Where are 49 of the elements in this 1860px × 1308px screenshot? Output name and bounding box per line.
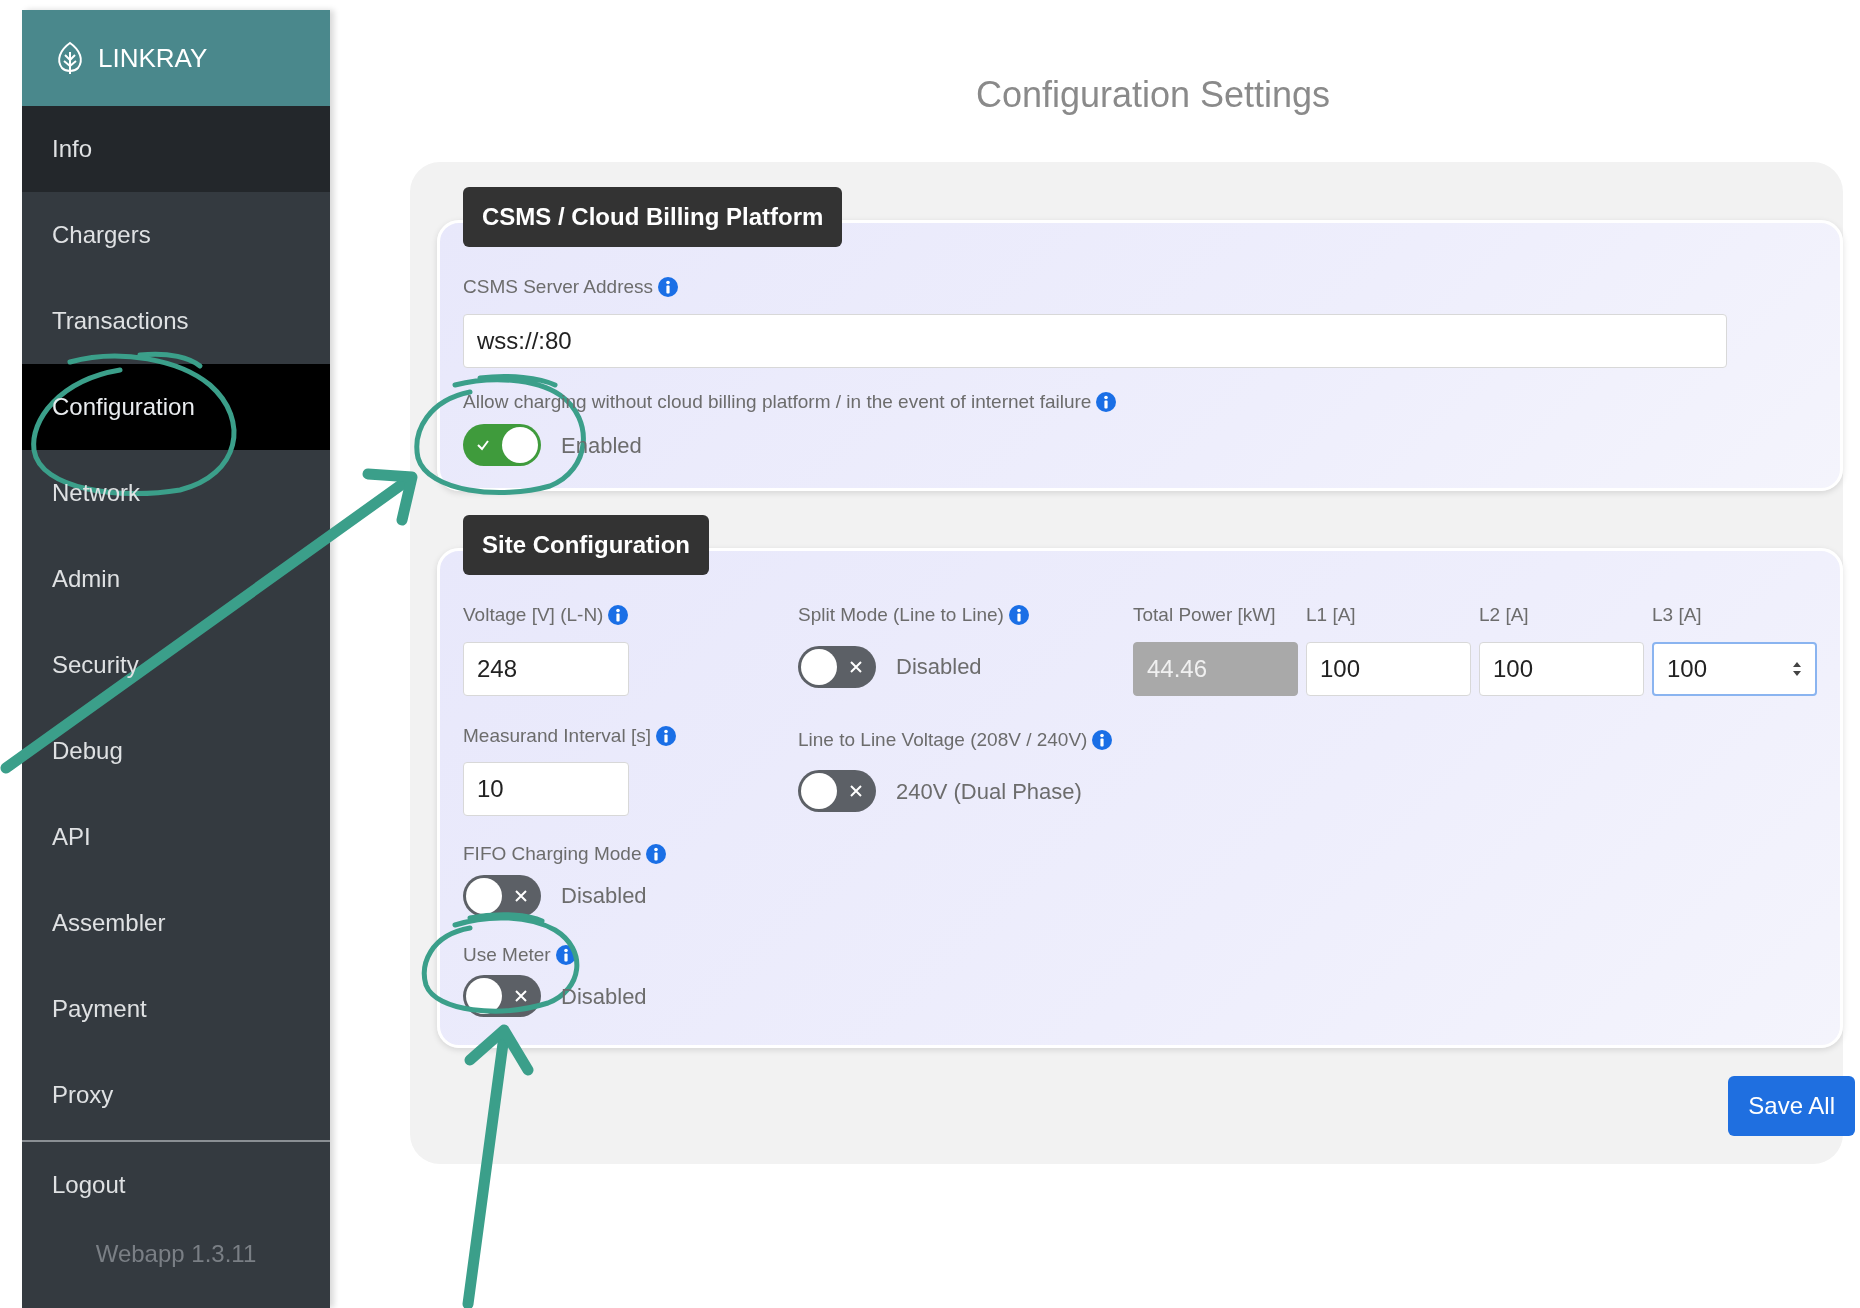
- text-input[interactable]: wss://:80: [463, 313, 1727, 368]
- page-title: Configuration Settings: [974, 73, 1332, 117]
- toggle-switch[interactable]: [463, 874, 541, 917]
- save-button[interactable]: Save All: [1728, 1076, 1855, 1136]
- cross-icon: [514, 888, 528, 903]
- field-label: Measurand Interval [s]: [463, 723, 651, 748]
- number-input[interactable]: 100: [1479, 641, 1644, 696]
- field-label: Use Meter: [463, 942, 551, 967]
- section-header: CSMS / Cloud Billing Platform: [463, 187, 843, 247]
- sidebar-item[interactable]: Assembler: [22, 880, 330, 966]
- toggle-switch[interactable]: [463, 424, 541, 466]
- field-label: CSMS Server Address: [463, 275, 654, 299]
- sidebar-item[interactable]: Payment: [22, 966, 330, 1052]
- logout-link[interactable]: Logout: [22, 1142, 330, 1228]
- spinner-icon: [1791, 660, 1803, 677]
- field-label: L2 [A]: [1479, 603, 1530, 627]
- section-header: Site Configuration: [463, 515, 709, 575]
- number-input[interactable]: 100: [1306, 641, 1471, 696]
- cross-icon: [849, 659, 863, 674]
- field-label: Voltage [V] (L-N): [463, 603, 604, 627]
- sidebar-item[interactable]: Admin: [22, 536, 330, 622]
- field-label: FIFO Charging Mode: [463, 842, 642, 866]
- field-label: Split Mode (Line to Line): [798, 603, 1004, 627]
- check-icon: [476, 438, 490, 452]
- toggle-switch[interactable]: [798, 770, 876, 812]
- text-input[interactable]: 248: [463, 641, 629, 696]
- sidebar-item[interactable]: Security: [22, 622, 330, 708]
- toggle-switch[interactable]: [798, 645, 876, 688]
- cross-icon: [849, 784, 863, 798]
- field-label: Line to Line Voltage (208V / 240V): [798, 727, 1088, 752]
- field-label: L1 [A]: [1306, 603, 1357, 627]
- version-text: Webapp 1.3.11: [94, 1239, 258, 1269]
- number-input[interactable]: 100: [1652, 641, 1817, 696]
- sidebar-item[interactable]: Proxy: [22, 1052, 330, 1138]
- sidebar-item[interactable]: Chargers: [22, 192, 330, 278]
- sidebar-item[interactable]: API: [22, 794, 330, 880]
- sidebar-item[interactable]: Info: [22, 106, 330, 192]
- toggle-status: Disabled: [896, 653, 982, 681]
- brand-name: LINKRAY: [98, 41, 208, 75]
- toggle-status: Disabled: [561, 882, 647, 910]
- field-label: Total Power [kW]: [1133, 603, 1277, 627]
- cross-icon: [514, 989, 528, 1003]
- toggle-status: Disabled: [561, 982, 647, 1011]
- toggle-status: 240V (Dual Phase): [896, 777, 1082, 806]
- sidebar-item[interactable]: Transactions: [22, 278, 330, 364]
- sidebar-item[interactable]: Debug: [22, 708, 330, 794]
- field-label: L3 [A]: [1652, 603, 1703, 627]
- sidebar-item[interactable]: Configuration: [22, 364, 330, 450]
- text-input[interactable]: 10: [463, 762, 629, 816]
